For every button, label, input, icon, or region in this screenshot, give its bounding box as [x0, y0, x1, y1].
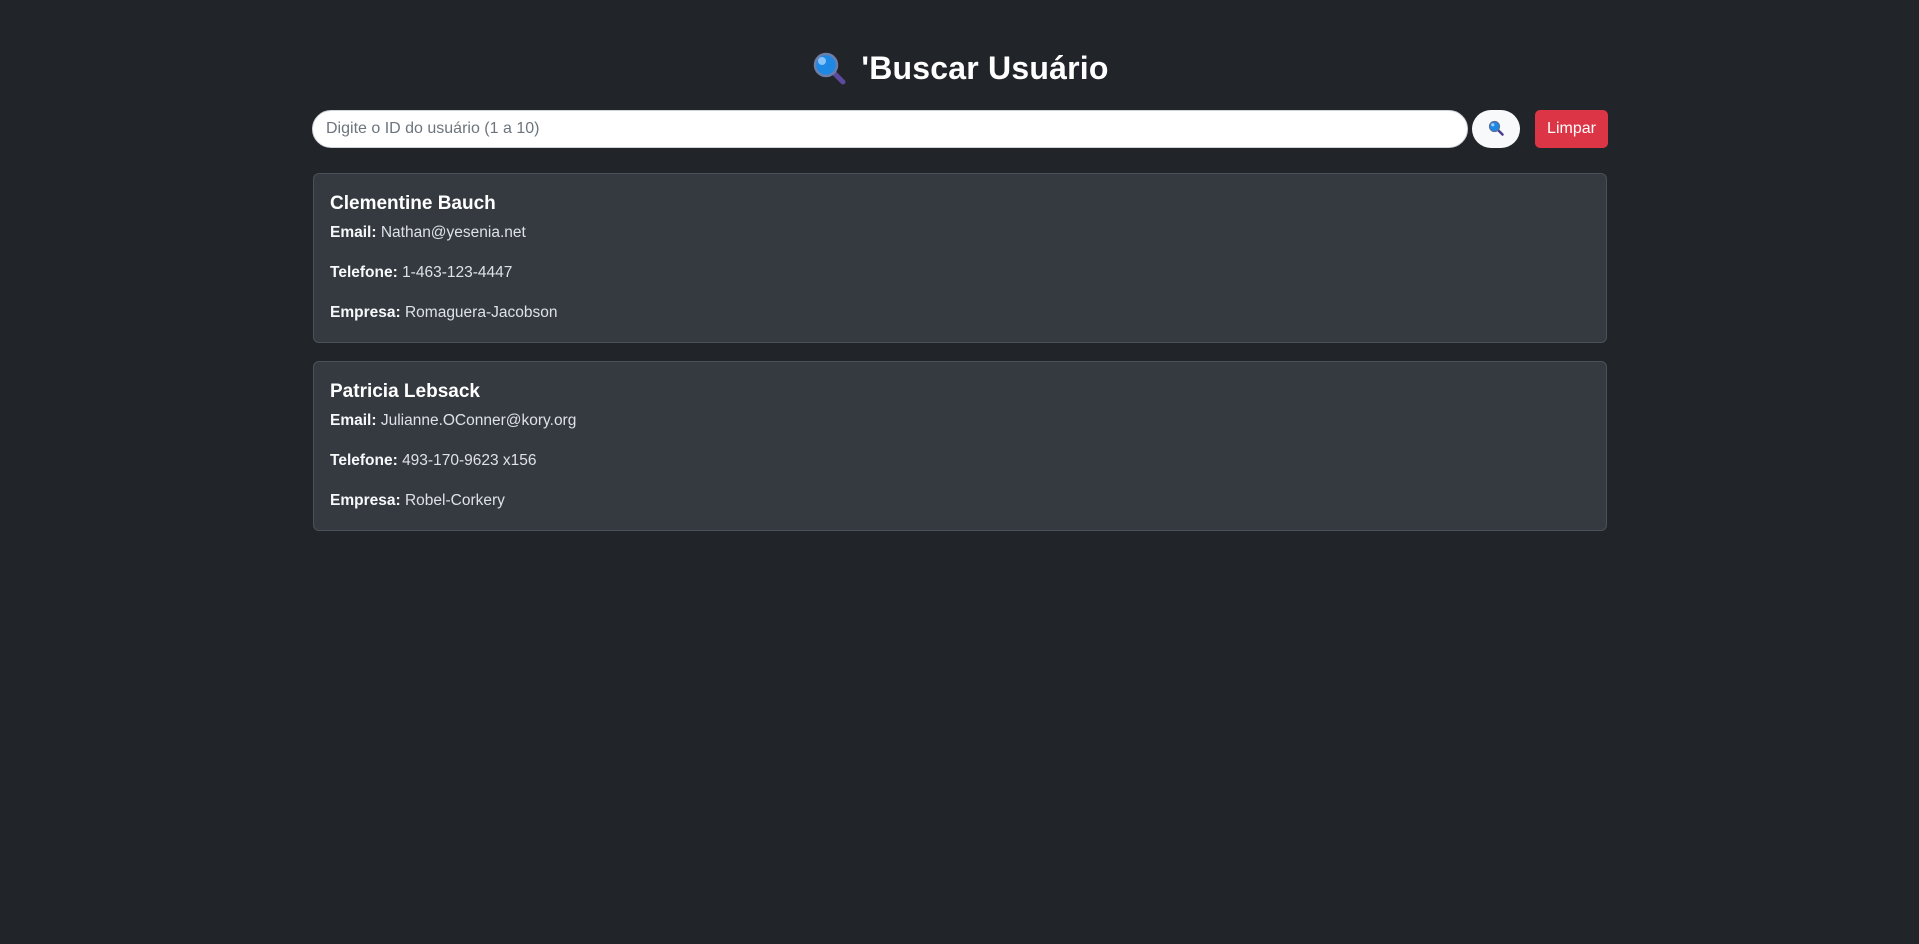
company-label: Empresa: — [330, 304, 401, 321]
page-container: 'Buscar Usuário Limpar Clementine Bauch … — [312, 0, 1608, 531]
search-bar: Limpar — [312, 110, 1608, 148]
magnifying-glass-icon — [1488, 120, 1504, 139]
user-company: Romaguera-Jacobson — [404, 304, 558, 321]
user-card: Patricia Lebsack Email: Julianne.OConner… — [313, 361, 1607, 531]
page-title-text: 'Buscar Usuário — [861, 49, 1109, 86]
user-email: Julianne.OConner@kory.org — [380, 412, 577, 429]
user-card: Clementine Bauch Email: Nathan@yesenia.n… — [313, 173, 1607, 343]
user-company: Robel-Corkery — [404, 492, 505, 509]
phone-label: Telefone: — [330, 452, 398, 469]
user-email: Nathan@yesenia.net — [380, 224, 526, 241]
user-results-list: Clementine Bauch Email: Nathan@yesenia.n… — [313, 173, 1607, 549]
magnifying-glass-icon — [811, 50, 847, 86]
user-name: Patricia Lebsack — [330, 381, 480, 402]
user-phone-row: Telefone: 493-170-9623 x156 — [330, 450, 1590, 472]
user-id-search-input[interactable] — [312, 110, 1468, 148]
search-button[interactable] — [1472, 110, 1520, 148]
company-label: Empresa: — [330, 492, 401, 509]
user-phone: 1-463-123-4447 — [402, 264, 513, 281]
user-email-row: Email: Nathan@yesenia.net — [330, 222, 1590, 244]
phone-label: Telefone: — [330, 264, 398, 281]
user-company-row: Empresa: Romaguera-Jacobson — [330, 302, 1590, 324]
email-label: Email: — [330, 224, 377, 241]
user-phone: 493-170-9623 x156 — [402, 452, 537, 469]
user-phone-row: Telefone: 1-463-123-4447 — [330, 262, 1590, 284]
user-email-row: Email: Julianne.OConner@kory.org — [330, 410, 1590, 432]
clear-button[interactable]: Limpar — [1535, 110, 1608, 148]
user-name: Clementine Bauch — [330, 193, 496, 214]
email-label: Email: — [330, 412, 377, 429]
user-company-row: Empresa: Robel-Corkery — [330, 490, 1590, 512]
